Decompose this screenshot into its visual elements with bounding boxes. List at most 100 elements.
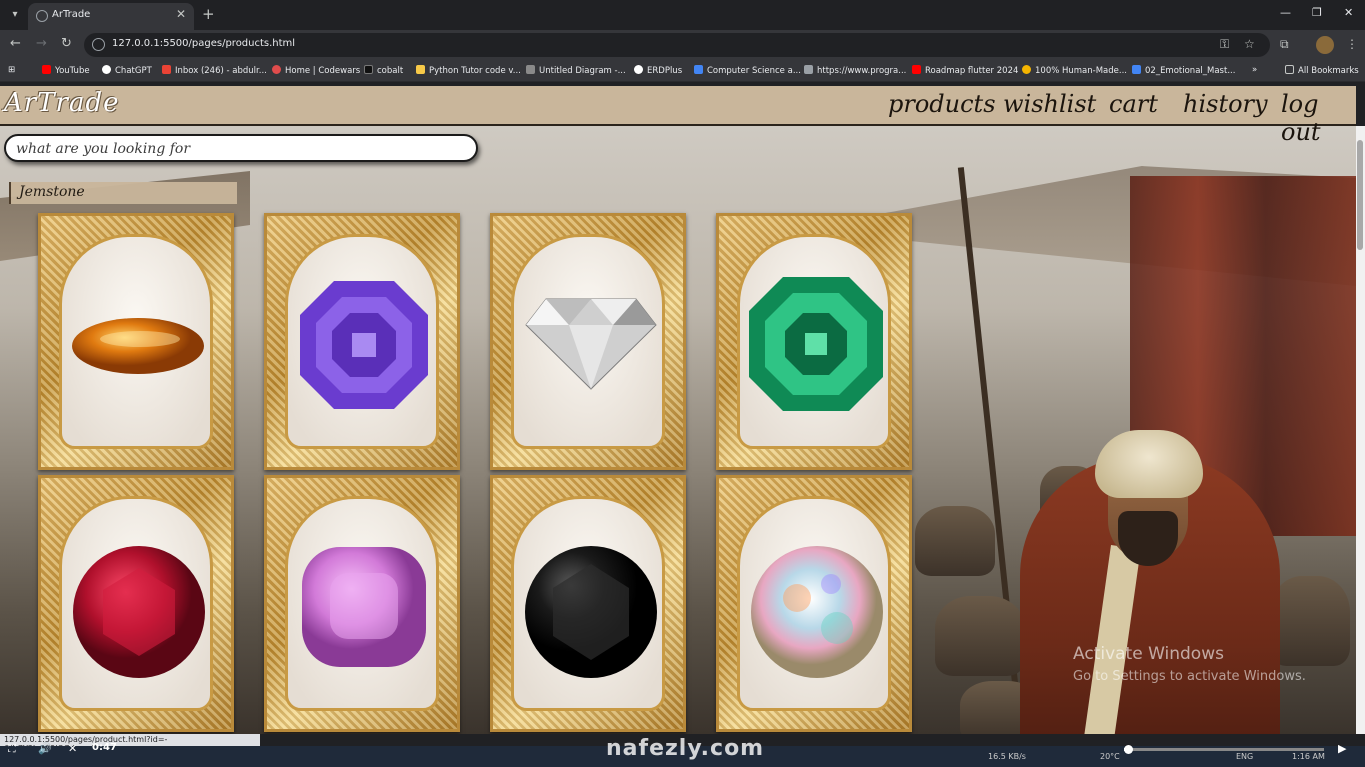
page-scrollbar[interactable] <box>1356 126 1365 734</box>
card-frame <box>737 496 891 711</box>
nav-log-out[interactable]: log out <box>1281 90 1356 146</box>
product-card[interactable] <box>38 213 234 470</box>
bookmark-item[interactable]: Computer Science a... <box>694 65 801 76</box>
url-text: 127.0.0.1:5500/pages/products.html <box>112 38 296 49</box>
activate-windows-title: Activate Windows <box>1073 644 1224 664</box>
back-icon[interactable]: ← <box>10 36 21 51</box>
bookmark-item[interactable]: 02_Emotional_Mast... <box>1132 65 1235 76</box>
bookmark-item[interactable]: Untitled Diagram -... <box>526 65 626 76</box>
page-icon <box>804 65 813 74</box>
site-header: ArTrade products wishlist cart history l… <box>0 86 1356 146</box>
chatgpt-icon <box>102 65 111 74</box>
basket-shape <box>935 596 1025 676</box>
menu-icon[interactable]: ⋮ <box>1346 37 1358 51</box>
pink-sapphire-gem-icon <box>302 547 426 667</box>
card-frame <box>511 496 665 711</box>
product-card[interactable] <box>490 213 686 470</box>
apps-icon[interactable]: ⊞ <box>8 65 15 75</box>
amethyst-gem-icon <box>300 281 428 409</box>
bookmark-item[interactable]: cobalt <box>364 65 403 76</box>
diagram-icon <box>526 65 535 74</box>
globe-icon <box>36 10 48 22</box>
volume-icon[interactable]: 🔊 <box>38 742 52 755</box>
reload-icon[interactable]: ↻ <box>61 36 72 51</box>
human-made-icon <box>1022 65 1031 74</box>
scrollbar-thumb[interactable] <box>1357 140 1363 250</box>
product-card[interactable] <box>264 213 460 470</box>
bookmark-item[interactable]: Roadmap flutter 2024 <box>912 65 1018 76</box>
bookmarks-bar: ⊞ YouTube ChatGPT Inbox (246) - abdulr..… <box>0 60 1365 82</box>
opal-gem-icon <box>751 546 883 678</box>
bookmark-item[interactable]: https://www.progra... <box>804 65 906 76</box>
diamond-gem-icon <box>525 298 657 390</box>
fullscreen-icon[interactable]: ⛶ <box>8 742 16 756</box>
tab-search-icon[interactable]: ▾ <box>6 6 24 24</box>
bookmark-item[interactable]: Home | Codewars <box>272 65 360 76</box>
product-card[interactable] <box>716 475 912 732</box>
minimize-icon[interactable]: — <box>1280 6 1291 19</box>
basket-shape <box>1270 576 1350 666</box>
nav-products[interactable]: products <box>888 90 996 118</box>
close-window-icon[interactable]: ✕ <box>1344 6 1353 19</box>
bookmark-item[interactable]: YouTube <box>42 65 90 76</box>
product-card[interactable] <box>490 475 686 732</box>
card-frame <box>511 234 665 449</box>
category-header: Jemstone <box>9 182 237 204</box>
star-icon[interactable]: ☆ <box>1244 37 1255 51</box>
mute-icon[interactable]: ✕ <box>68 742 77 755</box>
forward-icon[interactable]: → <box>36 36 47 51</box>
card-frame <box>737 234 891 449</box>
youtube-icon <box>912 65 921 74</box>
merchant-turban <box>1095 430 1203 498</box>
drive-icon <box>1132 65 1141 74</box>
close-icon[interactable]: ✕ <box>176 7 186 21</box>
black-onyx-gem-icon <box>525 546 657 678</box>
activate-windows-subtitle: Go to Settings to activate Windows. <box>1073 669 1306 684</box>
python-tutor-icon <box>416 65 425 74</box>
site-logo[interactable]: ArTrade <box>4 88 120 118</box>
clock: 1:16 AM <box>1292 752 1325 761</box>
new-tab-icon[interactable]: + <box>202 5 215 23</box>
nav-history[interactable]: history <box>1183 90 1268 118</box>
site-info-icon[interactable] <box>92 38 105 51</box>
play-icon[interactable]: ▶ <box>1338 742 1346 755</box>
product-card[interactable] <box>716 213 912 470</box>
product-card[interactable] <box>264 475 460 732</box>
extensions-icon[interactable]: ⧉ <box>1280 37 1289 52</box>
network-speed: 16.5 KB/s <box>988 752 1026 761</box>
all-bookmarks[interactable]: All Bookmarks <box>1285 65 1359 76</box>
basket-shape <box>915 506 995 576</box>
weather-temp: 20°C <box>1100 752 1120 761</box>
bookmark-item[interactable]: 100% Human-Made... <box>1022 65 1127 76</box>
bookmark-item[interactable]: Inbox (246) - abdulr... <box>162 65 267 76</box>
video-progress-handle[interactable] <box>1124 745 1133 754</box>
bookmark-item[interactable]: Python Tutor code v... <box>416 65 521 76</box>
card-frame <box>285 234 439 449</box>
browser-tab[interactable]: ArTrade ✕ <box>28 3 194 30</box>
nav-cart[interactable]: cart <box>1109 90 1158 118</box>
erdplus-icon <box>634 65 643 74</box>
key-icon[interactable]: ⚿ <box>1220 37 1229 52</box>
language-indicator[interactable]: ENG <box>1236 752 1253 761</box>
codewars-icon <box>272 65 281 74</box>
product-card[interactable] <box>38 475 234 732</box>
category-title: Jemstone <box>19 184 85 200</box>
page-viewport: ArTrade products wishlist cart history l… <box>0 86 1365 734</box>
search-input[interactable]: what are you looking for <box>4 134 478 162</box>
browser-tabbar: ▾ ArTrade ✕ + — ❐ ✕ <box>0 0 1365 30</box>
bookmark-item[interactable]: ChatGPT <box>102 65 152 76</box>
amber-gem-icon <box>72 318 204 374</box>
ruby-gem-icon <box>73 546 205 678</box>
watermark-text: nafezly.com <box>606 736 765 761</box>
profile-avatar[interactable] <box>1316 36 1334 54</box>
search-placeholder: what are you looking for <box>16 141 191 157</box>
address-bar[interactable]: 127.0.0.1:5500/pages/products.html ⚿ ☆ <box>84 33 1270 57</box>
bookmark-item[interactable]: ERDPlus <box>634 65 682 76</box>
more-bookmarks-icon[interactable]: » <box>1252 65 1257 75</box>
video-progress[interactable] <box>1124 745 1324 754</box>
youtube-icon <box>42 65 51 74</box>
restore-icon[interactable]: ❐ <box>1312 6 1322 19</box>
tab-title: ArTrade <box>52 9 91 20</box>
card-frame <box>59 496 213 711</box>
nav-wishlist[interactable]: wishlist <box>1003 90 1096 118</box>
